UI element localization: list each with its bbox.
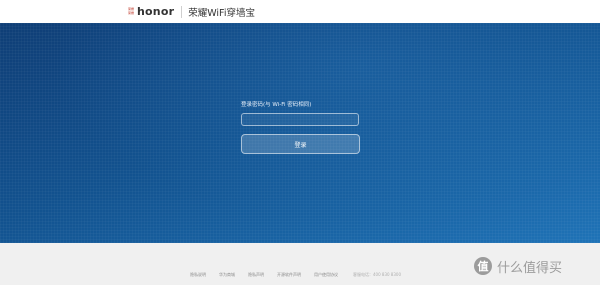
footer-link-open-source[interactable]: 开源软件声明 [277, 272, 301, 278]
watermark: 值 什么值得买 [474, 256, 562, 276]
footer-link-vmall[interactable]: 华为商城 [219, 272, 235, 278]
footer-links: 隐私说明 华为商城 隐私声明 开源软件声明 用户使用协议 客服电话：400 83… [190, 271, 401, 279]
top-header-bar: 荣耀 荣耀 honor 荣耀WiFi穿墙宝 [0, 0, 600, 23]
logo-mark-bottom: 荣耀 [128, 10, 135, 15]
header-divider [181, 5, 183, 18]
brand: 荣耀 荣耀 honor 荣耀WiFi穿墙宝 [128, 4, 255, 19]
footer-link-privacy-statement[interactable]: 隐私声明 [248, 272, 264, 278]
honor-logo-mark: 荣耀 荣耀 [128, 7, 135, 15]
service-hotline: 客服电话：400 830 8300 [353, 272, 401, 277]
password-input[interactable] [241, 113, 359, 126]
password-field-label: 登录密码(与 Wi-Fi 密码相同) [241, 102, 312, 108]
login-button[interactable]: 登录 [241, 134, 360, 154]
honor-logo-wordmark: honor [137, 5, 175, 18]
footer-link-user-agreement[interactable]: 用户使用协议 [314, 272, 338, 278]
footer-link-privacy-note[interactable]: 隐私说明 [190, 272, 206, 278]
watermark-text: 什么值得买 [497, 260, 563, 276]
smzdm-logo-icon: 值 [474, 257, 492, 275]
login-hero-background [0, 23, 600, 243]
product-title: 荣耀WiFi穿墙宝 [188, 7, 255, 19]
